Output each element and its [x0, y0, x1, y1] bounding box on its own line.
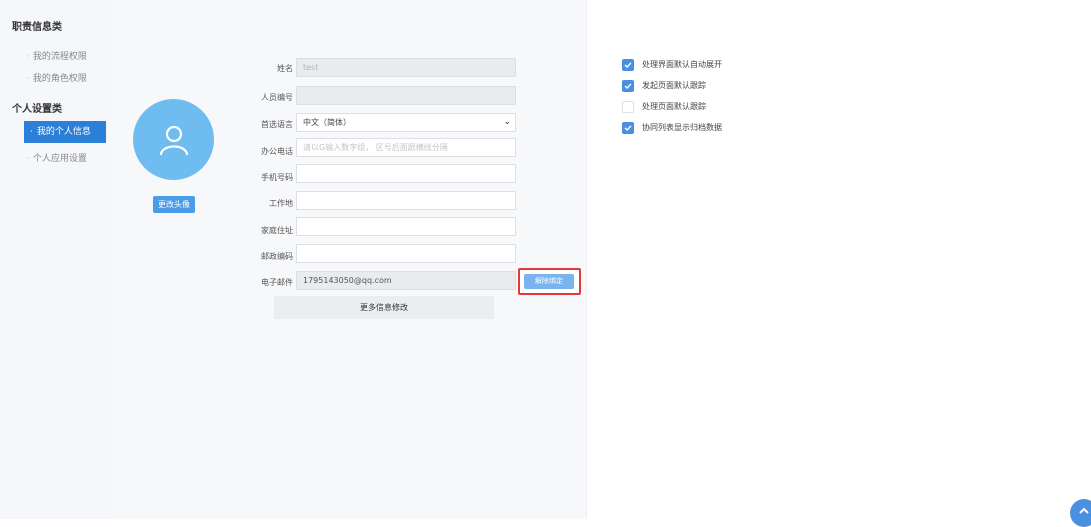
- sidebar-item-label: 个人应用设置: [32, 154, 87, 164]
- settings-panel: [587, 0, 1091, 519]
- workplace-label: 工作地: [269, 199, 293, 208]
- postcode-label: 邮政编码: [261, 252, 293, 261]
- language-select[interactable]: 中文（简体） ⌄: [296, 113, 516, 132]
- checkbox[interactable]: [622, 79, 634, 92]
- language-select-value: 中文（简体）: [303, 118, 351, 127]
- check-icon: [624, 124, 632, 131]
- sidebar-group-title-duty: 职责信息类: [12, 22, 62, 33]
- checkbox[interactable]: [622, 121, 634, 134]
- avatar[interactable]: [133, 99, 214, 180]
- sidebar-item-label: 我的个人信息: [36, 127, 91, 137]
- workplace-field[interactable]: [296, 191, 516, 210]
- sidebar-item-my-role-permissions[interactable]: · 我的角色权限: [26, 71, 87, 84]
- office-phone-field[interactable]: 请以G输入数字组， 区号后面跟横线分隔: [296, 138, 516, 157]
- check-icon: [624, 61, 632, 68]
- staff-no-field[interactable]: [296, 86, 516, 105]
- sidebar-item-label: 我的角色权限: [32, 74, 87, 84]
- postcode-field[interactable]: [296, 244, 516, 263]
- chevron-up-icon: [1079, 507, 1089, 514]
- option-label: 发起页面默认跟踪: [642, 81, 706, 90]
- option-label: 处理页面默认跟踪: [642, 102, 706, 111]
- sidebar: 职责信息类 · 我的流程权限 · 我的角色权限 个人设置类 · 我的个人信息 · 个人应…: [0, 0, 112, 519]
- sidebar-item-label: 我的流程权限: [32, 52, 87, 62]
- sidebar-item-personal-app-settings[interactable]: · 个人应用设置: [26, 151, 87, 164]
- home-address-field[interactable]: [296, 217, 516, 236]
- option-process-track[interactable]: 处理页面默认跟踪: [622, 100, 706, 113]
- email-label: 电子邮件: [261, 278, 293, 287]
- chevron-down-icon: ⌄: [503, 117, 511, 127]
- checkbox[interactable]: [622, 58, 634, 71]
- unbind-highlight: 解除绑定: [518, 268, 581, 295]
- check-icon: [624, 82, 632, 89]
- scroll-top-button[interactable]: [1070, 499, 1091, 527]
- name-label: 姓名: [277, 64, 293, 73]
- option-show-archived[interactable]: 协同列表显示归档数据: [622, 121, 722, 134]
- mobile-label: 手机号码: [261, 173, 293, 182]
- user-icon: [159, 125, 188, 155]
- change-avatar-button[interactable]: 更改头像: [153, 196, 195, 213]
- language-label: 首选语言: [261, 120, 293, 129]
- option-auto-expand[interactable]: 处理界面默认自动展开: [622, 58, 722, 71]
- sidebar-item-my-process-permissions[interactable]: · 我的流程权限: [26, 49, 87, 62]
- mobile-field[interactable]: [296, 164, 516, 183]
- staff-no-label: 人员编号: [261, 93, 293, 102]
- unbind-button[interactable]: 解除绑定: [524, 274, 574, 289]
- home-address-label: 家庭住址: [261, 226, 293, 235]
- checkbox[interactable]: [622, 100, 634, 113]
- sidebar-item-my-personal-info[interactable]: · 我的个人信息: [24, 121, 106, 143]
- email-field[interactable]: 1795143050@qq.com: [296, 271, 516, 290]
- more-info-button[interactable]: 更多信息修改: [274, 296, 494, 319]
- office-phone-label: 办公电话: [261, 147, 293, 156]
- name-field[interactable]: test: [296, 58, 516, 77]
- option-launch-track[interactable]: 发起页面默认跟踪: [622, 79, 706, 92]
- option-label: 处理界面默认自动展开: [642, 60, 722, 69]
- option-label: 协同列表显示归档数据: [642, 123, 722, 132]
- sidebar-group-title-personal: 个人设置类: [12, 104, 62, 115]
